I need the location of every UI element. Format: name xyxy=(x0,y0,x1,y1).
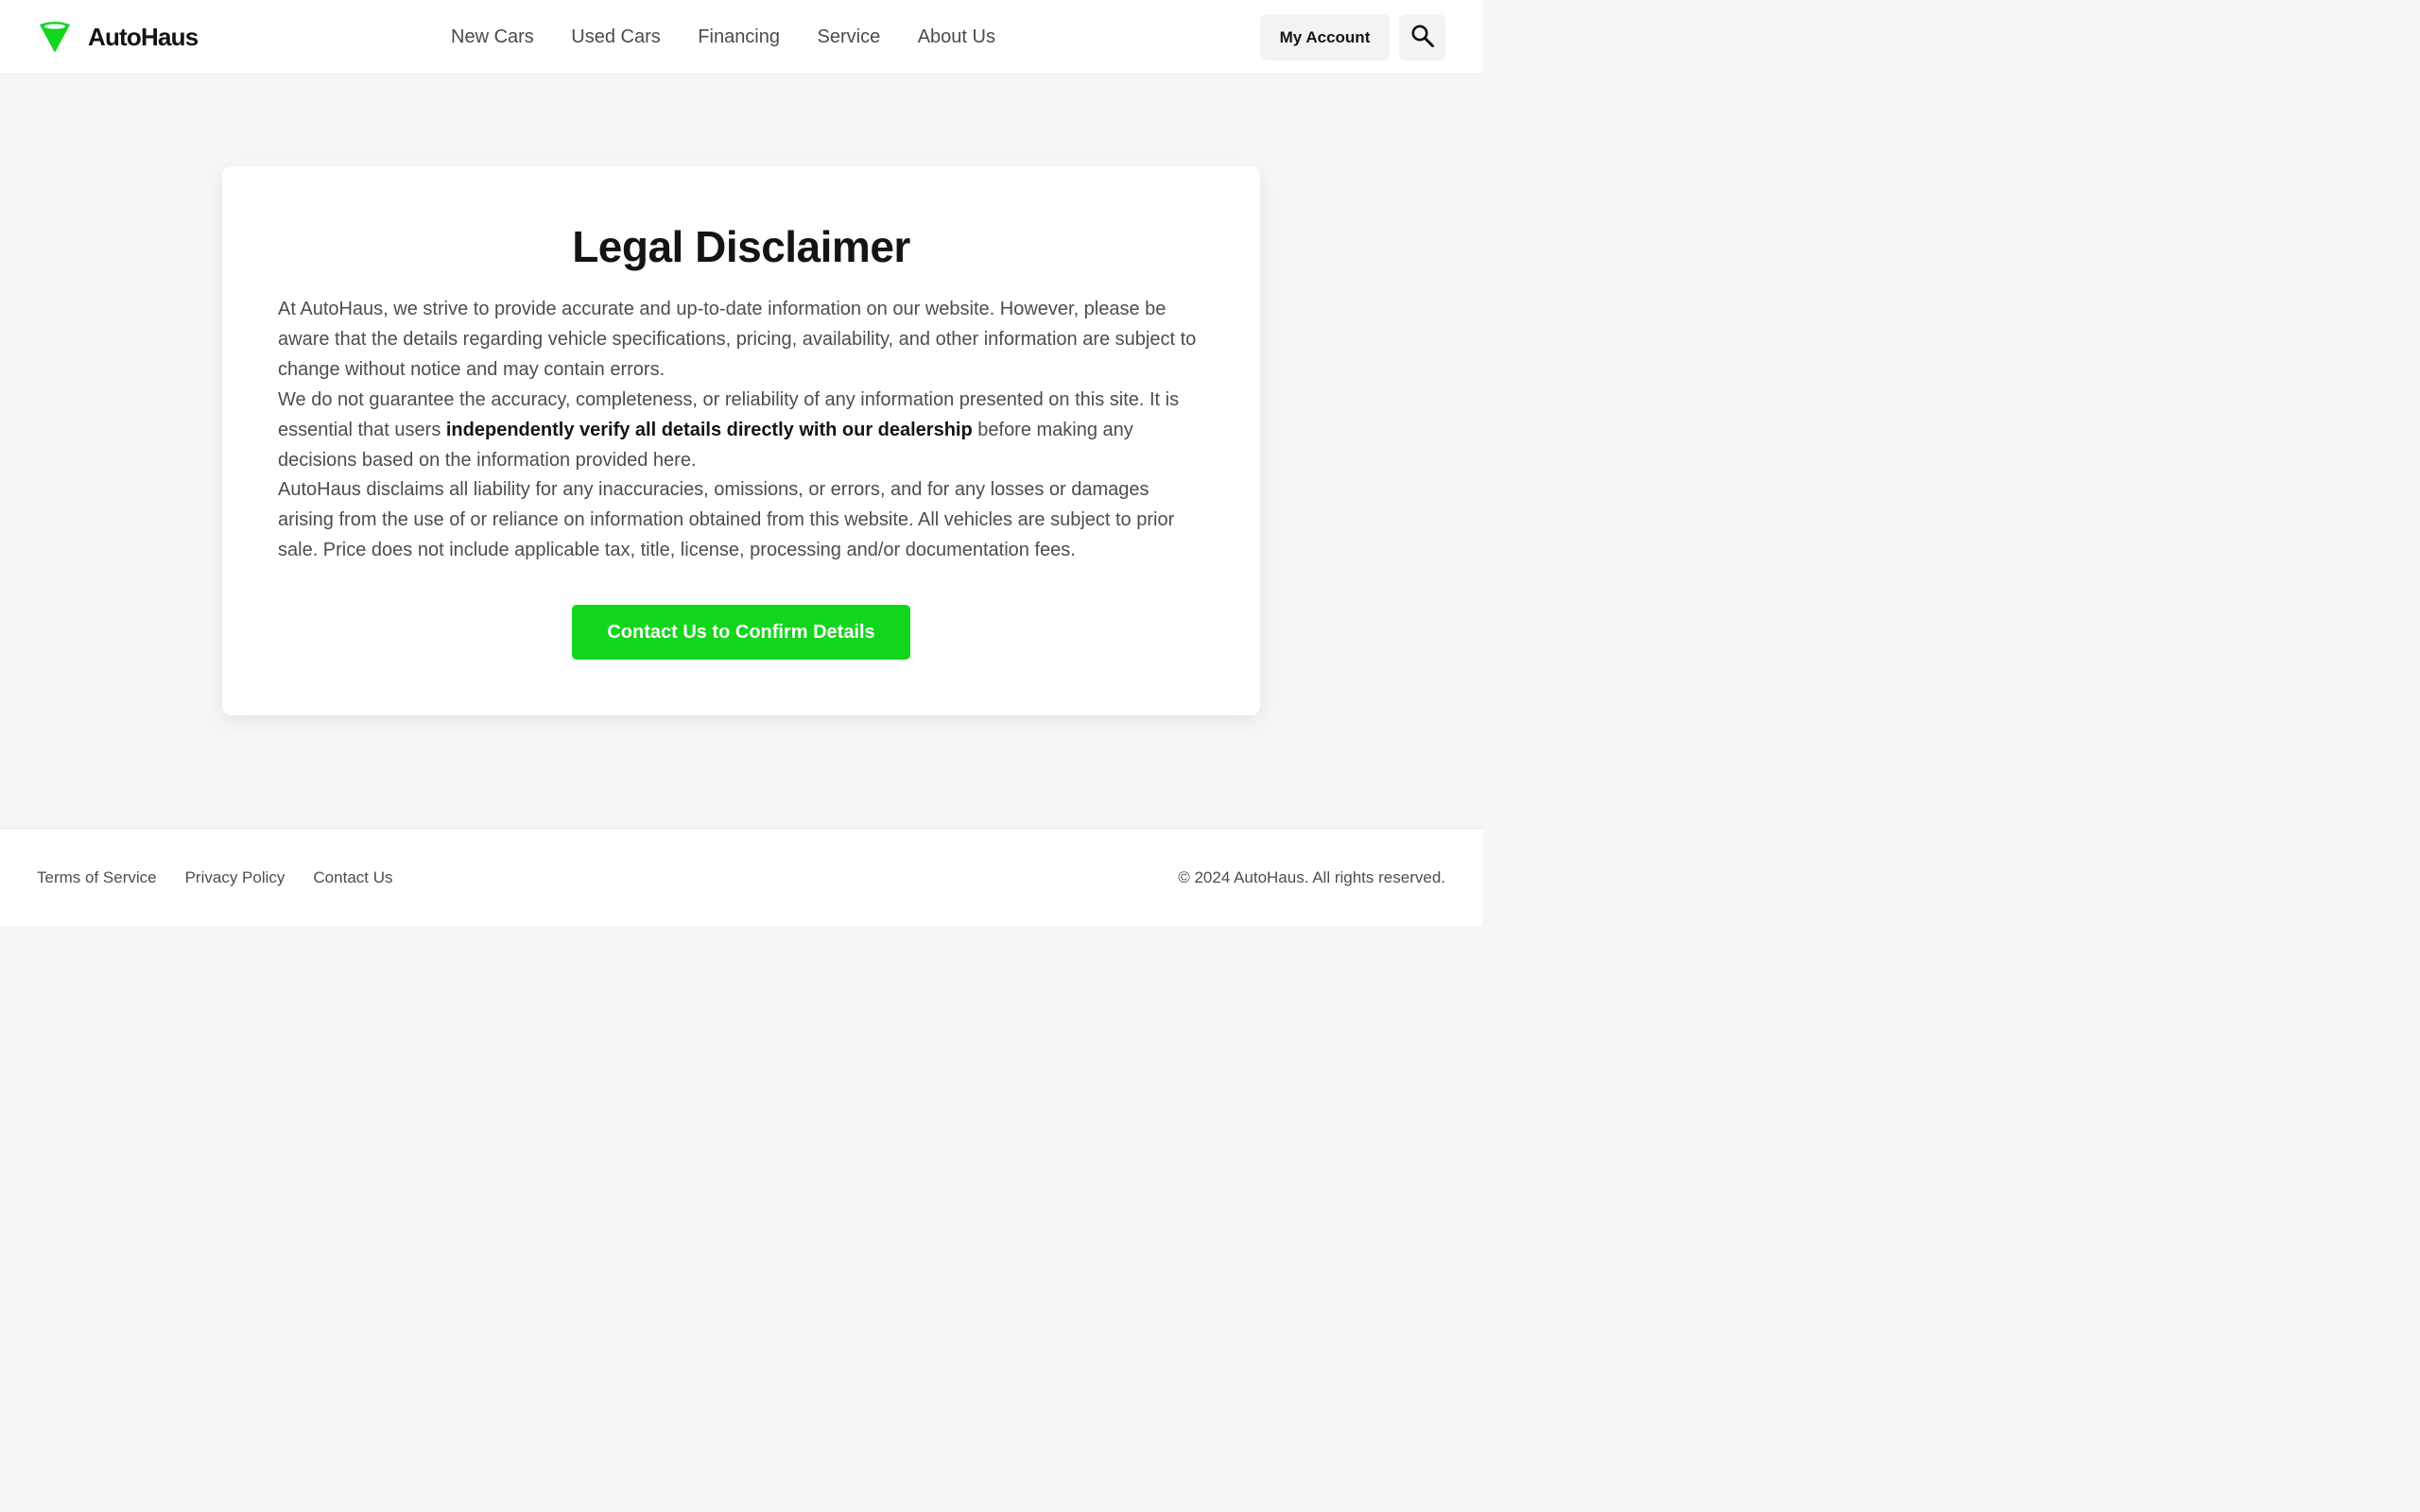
green-cone-logo-icon[interactable] xyxy=(38,20,72,54)
disclaimer-body: At AutoHaus, we strive to provide accura… xyxy=(278,295,1204,566)
site-footer: Terms of Service Privacy Policy Contact … xyxy=(0,828,1482,926)
contact-confirm-button[interactable]: Contact Us to Confirm Details xyxy=(572,605,910,660)
footer-link-contact[interactable]: Contact Us xyxy=(313,868,392,888)
nav-item-used-cars[interactable]: Used Cars xyxy=(571,25,660,49)
footer-link-privacy[interactable]: Privacy Policy xyxy=(185,868,285,888)
main-nav: New Cars Used Cars Financing Service Abo… xyxy=(451,25,1032,49)
search-icon xyxy=(1410,24,1435,51)
copyright-text: © 2024 AutoHaus. All rights reserved. xyxy=(1178,868,1445,886)
search-button[interactable] xyxy=(1399,14,1445,60)
footer-links: Terms of Service Privacy Policy Contact … xyxy=(37,868,422,888)
nav-item-about-us[interactable]: About Us xyxy=(918,25,995,49)
my-account-button[interactable]: My Account xyxy=(1260,14,1390,60)
footer-link-terms[interactable]: Terms of Service xyxy=(37,868,157,888)
disclaimer-card: Legal Disclaimer At AutoHaus, we strive … xyxy=(222,166,1260,715)
disclaimer-paragraph-1: At AutoHaus, we strive to provide accura… xyxy=(278,299,1197,380)
site-header: AutoHaus New Cars Used Cars Financing Se… xyxy=(0,0,1482,75)
brand-name[interactable]: AutoHaus xyxy=(88,23,199,51)
verification-emphasis: independently verify all details directl… xyxy=(445,419,973,440)
page-title: Legal Disclaimer xyxy=(572,222,910,271)
nav-item-service[interactable]: Service xyxy=(818,25,881,49)
disclaimer-paragraph-3: AutoHaus disclaims all liability for any… xyxy=(278,479,1175,561)
nav-item-financing[interactable]: Financing xyxy=(698,25,780,49)
disclaimer-paragraph-2: We do not guarantee the accuracy, comple… xyxy=(278,386,1204,476)
nav-item-new-cars[interactable]: New Cars xyxy=(451,25,534,49)
